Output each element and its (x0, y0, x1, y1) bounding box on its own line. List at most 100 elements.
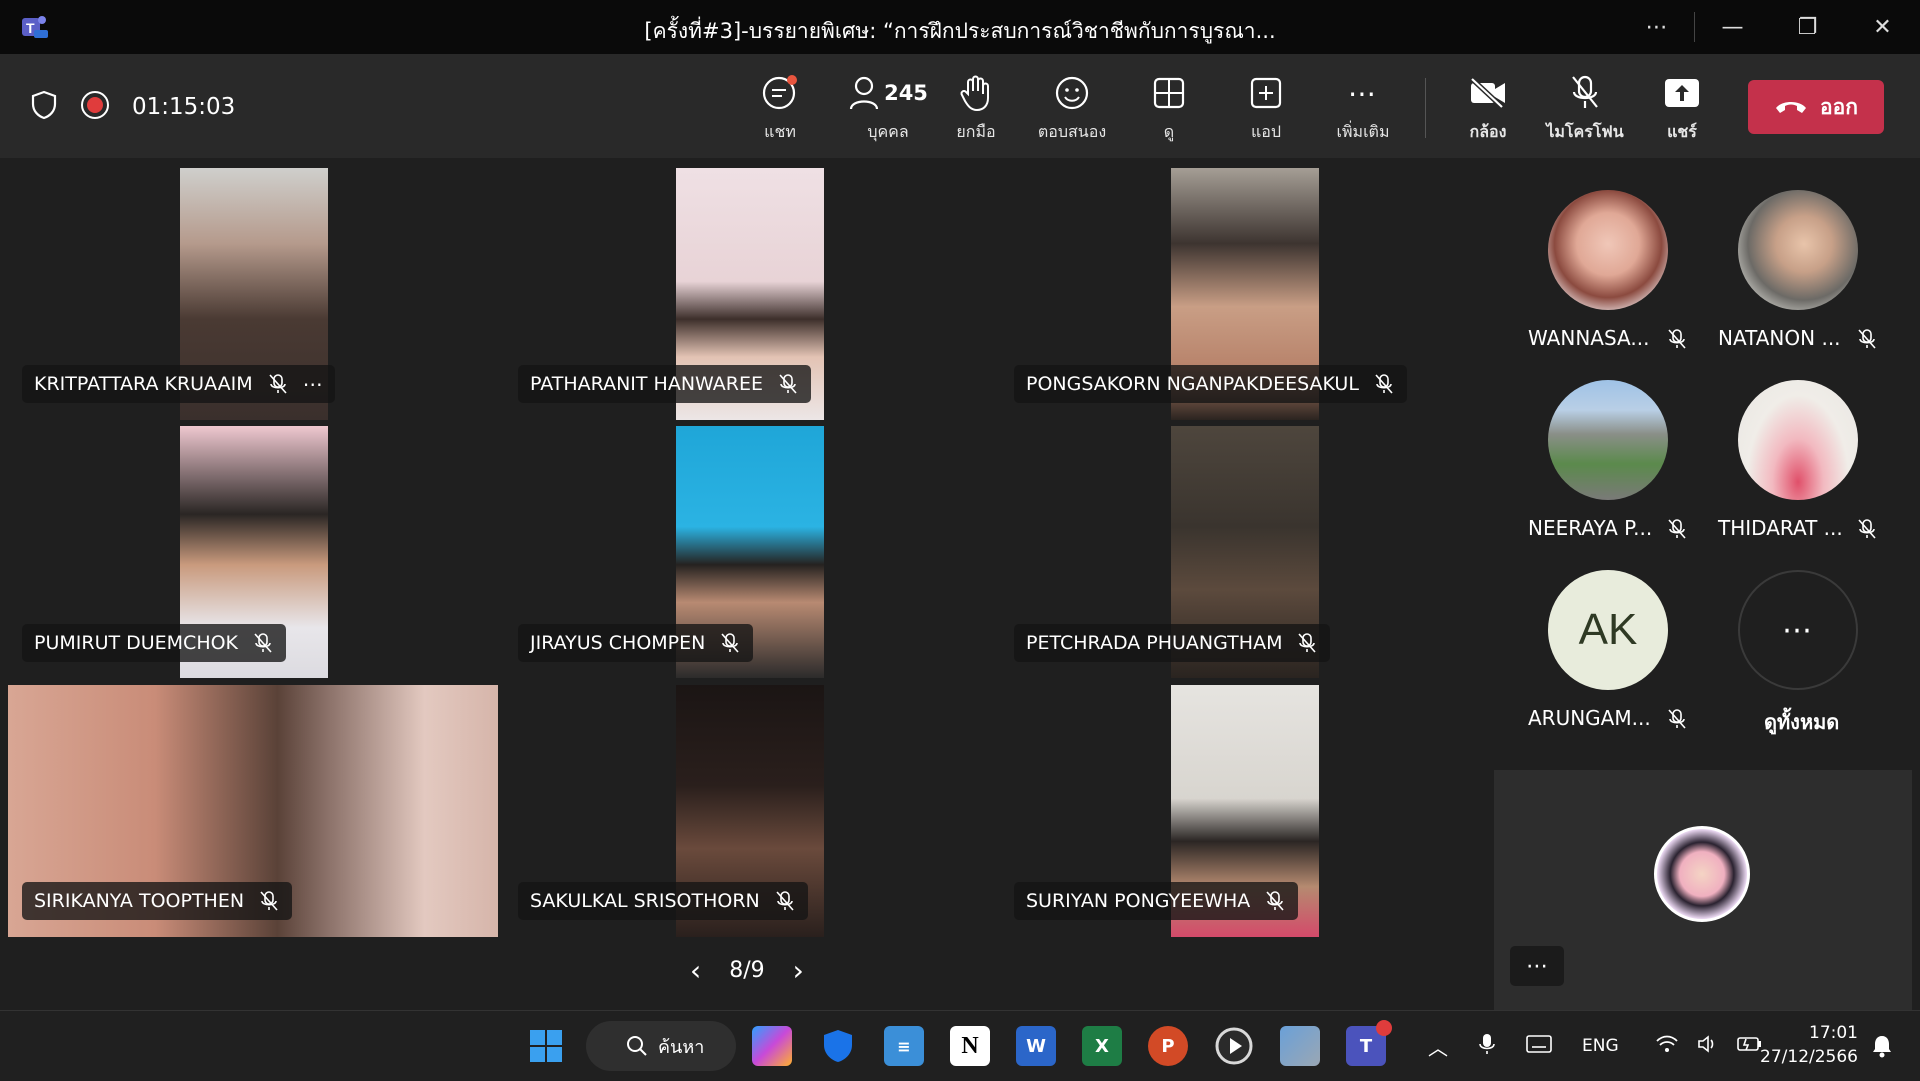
add-app-icon (1250, 77, 1282, 109)
mic-off-icon (1266, 891, 1284, 911)
participant-name-tag: SIRIKANYA TOOPTHEN (22, 882, 293, 920)
view-all-button[interactable]: ⋯ (1738, 570, 1858, 690)
video-stage: KRITPATTARA KRUAAIM ⋯ PATHARANIT HANWARE… (0, 158, 1920, 1010)
close-icon[interactable]: ✕ (1845, 0, 1920, 54)
participant-name: SAKULKAL SRISOTHORN (530, 890, 760, 912)
camera-button[interactable]: กล้อง (1443, 72, 1533, 145)
language-indicator[interactable]: ENG (1582, 1036, 1619, 1056)
participant-name-tag: SAKULKAL SRISOTHORN (518, 882, 808, 920)
meeting-timer: 01:15:03 (132, 94, 236, 120)
battery-icon[interactable] (1736, 1035, 1763, 1057)
self-avatar[interactable] (1654, 826, 1750, 922)
participant-name: SIRIKANYA TOOPTHEN (34, 890, 245, 912)
windows-start-icon[interactable] (526, 1026, 566, 1066)
camera-label: กล้อง (1469, 122, 1507, 141)
taskbar-search[interactable]: ค้นหา (586, 1021, 736, 1071)
keyboard-icon[interactable] (1526, 1035, 1552, 1057)
more-options-icon[interactable]: ⋯ (1619, 0, 1694, 54)
participant-name-tag: SURIYAN PONGYEEWHA (1014, 882, 1299, 920)
participant-name-tag: KRITPATTARA KRUAAIM ⋯ (22, 365, 335, 403)
participant-name-tag: PONGSAKORN NGANPAKDEESAKUL (1014, 365, 1407, 403)
next-page-icon[interactable]: › (793, 954, 804, 987)
word-icon[interactable]: W (1016, 1026, 1056, 1066)
notifications-bell-icon[interactable] (1862, 1026, 1902, 1066)
copilot-icon[interactable] (752, 1026, 792, 1066)
previous-page-icon[interactable]: ‹ (690, 954, 701, 987)
notepad-icon[interactable]: ≡ (884, 1026, 924, 1066)
defender-shield-icon[interactable] (818, 1026, 858, 1066)
share-button[interactable]: แชร์ (1637, 72, 1727, 145)
teams-taskbar-icon[interactable]: T (1346, 1020, 1392, 1066)
apps-button[interactable]: แอป (1221, 72, 1311, 145)
participant-name-tag: PETCHRADA PHUANGTHAM (1014, 624, 1331, 662)
gallery-pager: ‹ 8/9 › (690, 954, 804, 987)
participant-name: WANNASA... (1528, 326, 1650, 350)
more-dots-icon: ⋯ (1348, 76, 1378, 110)
chat-button[interactable]: แชท (735, 72, 825, 145)
raise-hand-label: ยกมือ (956, 122, 996, 141)
clock-date: 27/12/2566 (1760, 1047, 1858, 1067)
chat-icon (762, 75, 797, 110)
participant-initials-avatar[interactable]: AK (1548, 570, 1668, 690)
participant-name-tag: JIRAYUS CHOMPEN (518, 624, 754, 662)
svg-text:T: T (26, 20, 35, 36)
self-view-panel: ⋯ (1494, 770, 1912, 1010)
emoji-icon (1055, 76, 1089, 110)
system-tray: ︿ ENG (1428, 1011, 1763, 1081)
participant-avatar[interactable] (1548, 380, 1668, 500)
participant-name-tag: PATHARANIT HANWAREE (518, 365, 812, 403)
mic-off-icon (1375, 374, 1393, 394)
mic-off-icon (721, 633, 739, 653)
excel-icon[interactable]: X (1082, 1026, 1122, 1066)
wifi-icon[interactable] (1655, 1034, 1679, 1058)
mic-off-icon (1668, 709, 1686, 729)
view-button[interactable]: ดู (1124, 72, 1214, 145)
minimize-icon[interactable]: — (1695, 0, 1770, 54)
view-all-label[interactable]: ดูทั้งหมด (1764, 706, 1839, 738)
participant-name: PATHARANIT HANWAREE (530, 373, 764, 395)
participant-name-tag: PUMIRUT DUEMCHOK (22, 624, 287, 662)
share-icon (1665, 79, 1699, 107)
mic-button[interactable]: ไมโครโฟน (1540, 72, 1630, 145)
notion-icon[interactable]: N (950, 1026, 990, 1066)
windows-taskbar: ค้นหา ≡ N W X P T ︿ ENG 17:01 27/12/2566 (0, 1010, 1920, 1080)
microphone-tray-icon[interactable] (1478, 1032, 1496, 1060)
react-button[interactable]: ตอบสนอง (1027, 72, 1117, 145)
taskbar-clock[interactable]: 17:01 27/12/2566 (1760, 1021, 1858, 1069)
apps-label: แอป (1250, 122, 1282, 141)
people-label: บุคคล (867, 122, 909, 141)
participant-name: NEERAYA P... (1528, 516, 1653, 540)
view-label: ดู (1163, 122, 1175, 141)
powerpoint-icon[interactable]: P (1148, 1026, 1188, 1066)
meeting-toolbar: 01:15:03 แชท 245 บุคคล ยกมือ ตอบสนอง ดู … (0, 54, 1920, 158)
mic-off-icon (260, 891, 278, 911)
photos-icon[interactable] (1280, 1026, 1320, 1066)
more-button[interactable]: ⋯ เพิ่มเติม (1318, 72, 1408, 145)
volume-icon[interactable] (1697, 1034, 1719, 1058)
mic-off-icon (1668, 329, 1686, 349)
media-player-icon[interactable] (1214, 1026, 1254, 1066)
shield-icon[interactable] (30, 90, 58, 124)
participant-name: SURIYAN PONGYEEWHA (1026, 890, 1251, 912)
people-icon (849, 76, 879, 110)
notification-badge (1376, 1020, 1392, 1036)
participant-name: NATANON ... (1718, 326, 1841, 350)
raise-hand-icon (960, 75, 989, 112)
search-label: ค้นหา (658, 1036, 705, 1058)
participant-options-icon[interactable]: ⋯ (303, 372, 323, 396)
participant-avatar[interactable] (1548, 190, 1668, 310)
restore-icon[interactable]: ❐ (1770, 0, 1845, 54)
avatar-initials: AK (1578, 605, 1638, 654)
search-icon (627, 1036, 647, 1056)
participant-avatar[interactable] (1738, 190, 1858, 310)
react-label: ตอบสนอง (1037, 122, 1107, 141)
title-bar: T [ครั้งที่#3]-บรรยายพิเศษ: “การฝึกประสบ… (0, 0, 1920, 54)
share-label: แชร์ (1667, 122, 1697, 141)
chevron-up-icon[interactable]: ︿ (1428, 1032, 1448, 1061)
people-button[interactable]: 245 บุคคล (833, 72, 943, 145)
raise-hand-button[interactable]: ยกมือ (931, 72, 1021, 145)
self-view-options-button[interactable]: ⋯ (1510, 946, 1564, 986)
participant-avatar[interactable] (1738, 380, 1858, 500)
leave-button[interactable]: ออก (1748, 80, 1884, 134)
mic-off-icon (254, 633, 272, 653)
